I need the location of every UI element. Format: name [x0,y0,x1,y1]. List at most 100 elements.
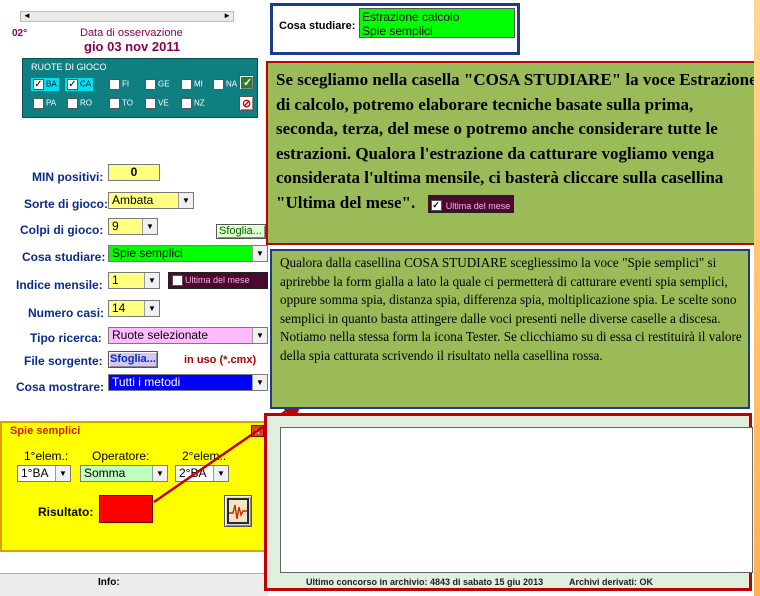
scroll-right-icon[interactable]: ► [223,11,231,20]
checkbox-icon[interactable] [145,79,156,90]
sfoglia-small-label: Sfoglia... [219,225,262,237]
ruota-label: BA [46,79,57,89]
checkbox-icon[interactable] [109,98,120,109]
ruota-mi-checkbox[interactable]: MI [179,78,205,91]
cosa-mostrare-value: Tutti i metodi [112,375,181,389]
numero-casi-select[interactable]: 14 ▼ [108,300,160,317]
chevron-down-icon[interactable]: ▼ [144,301,159,316]
min-positivi-value: 0 [130,165,138,179]
elem1-value: 1°BA [21,466,49,480]
indice-value: 1 [112,273,119,287]
checkbox-icon[interactable] [213,79,224,90]
min-positivi-field[interactable]: 0 [108,164,160,181]
sfoglia-small-button[interactable]: Sfoglia... [216,224,266,239]
ruota-label: MI [194,79,203,89]
checkbox-icon[interactable] [181,79,192,90]
checkbox-icon[interactable] [181,98,192,109]
colpi-value: 9 [112,219,119,233]
bottom-strip: Info: [0,573,268,596]
check-icon: ✓ [243,77,253,89]
operatore-label: Operatore: [92,449,150,463]
chevron-down-icon[interactable]: ▼ [55,466,70,481]
scroll-left-icon[interactable]: ◄ [23,11,31,20]
ruota-label: NA [226,79,238,89]
chevron-down-icon[interactable]: ▼ [178,193,193,208]
checkbox-icon[interactable] [109,79,120,90]
numero-casi-value: 14 [112,301,126,315]
date-caption: Data di osservazione [80,27,183,39]
note2-text: Qualora dalla casellina COSA STUDIARE sc… [280,255,742,363]
in-uso-text: in uso (*.cmx) [184,354,257,366]
note-spie-semplici: Qualora dalla casellina COSA STUDIARE sc… [270,249,750,409]
checkbox-icon[interactable] [33,98,44,109]
ruota-nz-checkbox[interactable]: NZ [179,97,207,110]
indice-select[interactable]: 1 ▼ [108,272,160,289]
file-sorgente-label: File sorgente: [24,354,103,368]
checkbox-icon[interactable]: ✓ [33,79,44,90]
ruota-ba-checkbox[interactable]: ✓ BA [31,78,59,91]
ruote-grid: ✓ BA ✓ CA FI GE MI NA PA RO TO VE NZ [23,59,259,119]
tipo-ricerca-value: Ruote selezionate [112,328,209,342]
ruota-ve-checkbox[interactable]: VE [143,97,171,110]
info-label: Info: [98,577,120,588]
chevron-down-icon[interactable]: ▼ [252,246,267,261]
ruota-label: RO [80,98,92,108]
option-spie-semplici[interactable]: Spie semplici [362,24,433,38]
ruota-pa-checkbox[interactable]: PA [31,97,58,110]
sorte-value: Ambata [112,193,154,207]
ruota-na-checkbox[interactable]: NA [211,78,239,91]
file-sorgente-btn-label: Sfoglia... [110,353,156,365]
checkbox-icon[interactable] [145,98,156,109]
horizontal-scrollbar[interactable]: ◄ ► [20,11,234,22]
tipo-ricerca-select[interactable]: Ruote selezionate ▼ [108,327,268,344]
ruota-fi-checkbox[interactable]: FI [107,78,131,91]
chevron-down-icon[interactable]: ▼ [252,328,267,343]
checkbox-icon[interactable] [67,98,78,109]
chevron-down-icon[interactable]: ▼ [144,273,159,288]
file-sorgente-button[interactable]: Sfoglia... [108,351,158,368]
numero-casi-label: Numero casi: [28,306,105,320]
colpi-select[interactable]: 9 ▼ [108,218,158,235]
ultima-mese-box[interactable] [172,275,183,286]
chevron-down-icon[interactable]: ▼ [252,375,267,390]
ultima-mese-checkbox[interactable]: Ultima del mese [168,272,268,289]
sorte-select[interactable]: Ambata ▼ [108,192,194,209]
ruota-to-checkbox[interactable]: TO [107,97,135,110]
ruota-ge-checkbox[interactable]: GE [143,78,172,91]
status-archive-text: Ultimo concorso in archivio: 4843 di sab… [306,577,544,587]
option-estrazione-calcolo[interactable]: Estrazione calcolo [362,10,459,24]
ruota-ca-checkbox[interactable]: ✓ CA [65,78,94,91]
top-cosa-studiare-list[interactable]: Estrazione calcolo Spie semplici [359,8,515,38]
ruote-check-all-button[interactable]: ✓ [239,75,254,90]
colpi-label: Colpi di gioco: [20,223,104,237]
result-area-frame [264,413,753,591]
cosa-studiare-value: Spie semplici [112,246,183,260]
status-derived-text: Archivi derivati: OK [569,577,654,587]
ruote-clear-button[interactable]: ⊘ [239,96,254,111]
cosa-studiare-select[interactable]: Spie semplici ▼ [108,245,268,262]
min-positivi-label: MIN positivi: [32,170,104,184]
sorte-label: Sorte di gioco: [24,197,108,211]
checkbox-icon[interactable]: ✓ [67,79,78,90]
spie-title: Spie semplici [10,425,81,437]
clear-icon: ⊘ [242,98,252,110]
chevron-down-icon[interactable]: ▼ [142,219,157,234]
temperature-label: 02° [12,28,28,39]
cosa-mostrare-label: Cosa mostrare: [16,380,105,394]
operatore-value: Somma [84,466,126,480]
note1-badge-label: Ultima del mese [445,201,511,212]
cosa-mostrare-select[interactable]: Tutti i metodi ▼ [108,374,268,391]
ruota-label: GE [158,79,170,89]
risultato-label: Risultato: [38,505,94,519]
ruote-group: RUOTE DI GIOCO ✓ BA ✓ CA FI GE MI NA PA RO TO VE NZ … [22,58,258,118]
tipo-ricerca-label: Tipo ricerca: [30,331,102,345]
ruota-label: NZ [194,98,205,108]
elem1-select[interactable]: 1°BA ▼ [17,465,71,482]
ultima-mese-label: Ultima del mese [185,275,250,285]
result-area[interactable] [280,427,753,573]
date-value: gio 03 nov 2011 [84,39,181,54]
ruota-ro-checkbox[interactable]: RO [65,97,94,110]
ruota-label: FI [122,79,130,89]
ruota-label: TO [122,98,133,108]
ruota-label: VE [158,98,169,108]
